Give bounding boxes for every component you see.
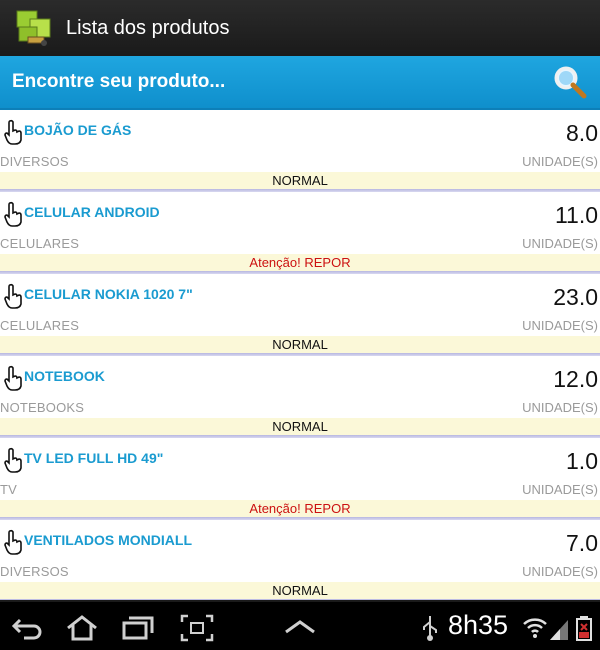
battery-icon — [574, 614, 594, 642]
magnifier-icon[interactable] — [552, 64, 588, 100]
home-icon[interactable] — [64, 614, 98, 642]
item-header[interactable]: BOJÃO DE GÁS 8.0 — [0, 118, 600, 146]
inventory-boxes-icon[interactable] — [14, 7, 56, 49]
signal-icon — [548, 614, 570, 642]
product-unit: UNIDADE(S) — [522, 154, 598, 169]
wifi-icon — [522, 614, 548, 642]
product-list[interactable]: BOJÃO DE GÁS 8.0 DIVERSOS UNIDADE(S) NORMAL C… — [0, 110, 600, 600]
stock-status: Atenção! REPOR — [0, 254, 600, 271]
product-quantity: 8.0 — [566, 120, 598, 146]
back-icon[interactable] — [10, 614, 44, 642]
clock: 8h35 — [448, 610, 509, 640]
product-category: DIVERSOS — [0, 564, 69, 579]
list-item[interactable]: BOJÃO DE GÁS 8.0 DIVERSOS UNIDADE(S) NORMAL — [0, 110, 600, 192]
hand-pointer-icon — [3, 201, 23, 227]
recent-apps-icon[interactable] — [120, 614, 154, 642]
usb-icon — [420, 614, 440, 642]
item-header[interactable]: CELULAR ANDROID 11.0 — [0, 200, 600, 228]
product-quantity: 11.0 — [554, 202, 598, 228]
system-bar: 8h35 — [0, 600, 600, 650]
product-name[interactable]: CELULAR ANDROID — [24, 204, 160, 220]
item-header[interactable]: CELULAR NOKIA 1020 7" 23.0 — [0, 282, 600, 310]
search-bar[interactable]: Encontre seu produto... — [0, 56, 600, 110]
product-unit: UNIDADE(S) — [522, 564, 598, 579]
product-quantity: 1.0 — [566, 448, 598, 474]
screenshot-icon[interactable] — [180, 614, 214, 642]
product-category: TV — [0, 482, 18, 497]
item-header[interactable]: NOTEBOOK 12.0 — [0, 364, 600, 392]
stock-status: NORMAL — [0, 172, 600, 189]
item-header[interactable]: TV LED FULL HD 49" 1.0 — [0, 446, 600, 474]
hand-pointer-icon — [3, 283, 23, 309]
product-unit: UNIDADE(S) — [522, 318, 598, 333]
hand-pointer-icon — [3, 447, 23, 473]
product-name[interactable]: VENTILADOS MONDIALL — [24, 532, 192, 548]
search-prompt[interactable]: Encontre seu produto... — [12, 71, 225, 93]
product-category: CELULARES — [0, 318, 80, 333]
stock-status: NORMAL — [0, 418, 600, 435]
product-quantity: 7.0 — [566, 530, 598, 556]
product-quantity: 12.0 — [553, 366, 598, 392]
product-unit: UNIDADE(S) — [522, 236, 598, 251]
hand-pointer-icon — [3, 529, 23, 555]
stock-status: Atenção! REPOR — [0, 500, 600, 517]
app-title: Lista dos produtos — [66, 16, 230, 39]
stock-status: NORMAL — [0, 582, 600, 599]
list-item[interactable]: TV LED FULL HD 49" 1.0 TV UNIDADE(S) Atenção… — [0, 438, 600, 520]
item-header[interactable]: VENTILADOS MONDIALL 7.0 — [0, 528, 600, 556]
product-quantity: 23.0 — [553, 284, 598, 310]
product-category: DIVERSOS — [0, 154, 69, 169]
up-chevron-icon[interactable] — [283, 614, 317, 642]
action-bar: Lista dos produtos — [0, 0, 600, 56]
list-item[interactable]: CELULAR ANDROID 11.0 CELULARES UNIDADE(S) At… — [0, 192, 600, 274]
product-category: NOTEBOOKS — [0, 400, 85, 415]
product-name[interactable]: CELULAR NOKIA 1020 7" — [24, 286, 193, 302]
product-name[interactable]: BOJÃO DE GÁS — [24, 122, 131, 138]
list-item[interactable]: VENTILADOS MONDIALL 7.0 DIVERSOS UNIDADE(S)… — [0, 520, 600, 600]
product-name[interactable]: TV LED FULL HD 49" — [24, 450, 163, 466]
product-unit: UNIDADE(S) — [522, 482, 598, 497]
list-item[interactable]: CELULAR NOKIA 1020 7" 23.0 CELULARES UNIDAD… — [0, 274, 600, 356]
product-name[interactable]: NOTEBOOK — [24, 368, 105, 384]
product-category: CELULARES — [0, 236, 80, 251]
product-unit: UNIDADE(S) — [522, 400, 598, 415]
hand-pointer-icon — [3, 119, 23, 145]
stock-status: NORMAL — [0, 336, 600, 353]
hand-pointer-icon — [3, 365, 23, 391]
list-item[interactable]: NOTEBOOK 12.0 NOTEBOOKS UNIDADE(S) NORMAL — [0, 356, 600, 438]
